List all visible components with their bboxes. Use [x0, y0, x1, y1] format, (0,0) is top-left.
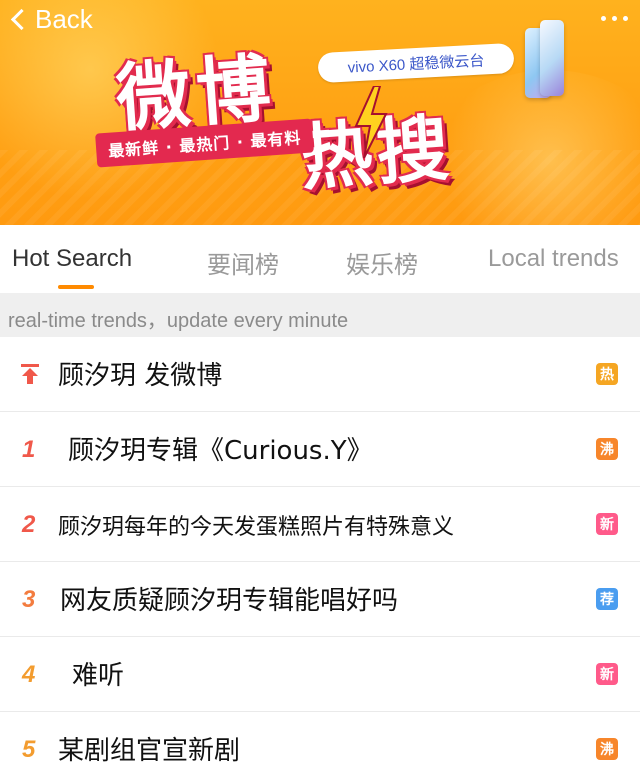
rank-number: 2	[22, 511, 36, 538]
chevron-left-icon	[10, 8, 33, 31]
dot-icon	[601, 16, 606, 21]
tab-local-trends[interactable]: Local trends	[488, 245, 619, 273]
trend-title: 顾汐玥每年的今天发蛋糕照片有特殊意义	[58, 515, 455, 540]
phone-image	[540, 20, 564, 96]
more-options-button[interactable]	[601, 16, 628, 21]
rank-number: 3	[22, 586, 36, 613]
list-item[interactable]: 2 顾汐玥每年的今天发蛋糕照片有特殊意义 新	[0, 487, 640, 562]
rank-number: 1	[22, 436, 36, 463]
trend-title: 网友质疑顾汐玥专辑能唱好吗	[60, 586, 399, 616]
sponsor-tag: vivo X60 超稳微云台	[317, 42, 515, 84]
tab-bar: Hot Search 要闻榜 娱乐榜 Local trends	[0, 225, 640, 293]
list-item[interactable]: 1 顾汐玥专辑《Curious.Y》 沸	[0, 412, 640, 487]
hot-badge: 热	[596, 363, 618, 385]
active-tab-indicator	[58, 285, 94, 289]
list-item[interactable]: 5 某剧组官宣新剧 沸	[0, 712, 640, 777]
update-info-text: real-time trends，update every minute	[0, 293, 640, 337]
tab-hot-search[interactable]: Hot Search	[12, 245, 132, 273]
list-item[interactable]: 3 网友质疑顾汐玥专辑能唱好吗 荐	[0, 562, 640, 637]
trend-title: 某剧组官宣新剧	[58, 736, 241, 766]
back-label: Back	[35, 4, 93, 34]
back-button[interactable]: Back	[6, 4, 93, 35]
boiling-badge: 沸	[596, 438, 618, 460]
recommended-badge: 荐	[596, 588, 618, 610]
lightning-bolt-icon	[354, 86, 388, 158]
trend-title: 顾汐玥专辑《Curious.Y》	[68, 436, 373, 466]
tab-entertainment[interactable]: 娱乐榜	[346, 245, 418, 280]
boiling-badge: 沸	[596, 738, 618, 760]
dot-icon	[612, 16, 617, 21]
list-item[interactable]: 顾汐玥 发微博 热	[0, 337, 640, 412]
hot-search-banner: Back vivo X60 超稳微云台 微博 热搜 最新鲜 · 最热门 · 最有…	[0, 0, 640, 225]
new-badge: 新	[596, 663, 618, 685]
tab-news[interactable]: 要闻榜	[207, 245, 279, 280]
dot-icon	[623, 16, 628, 21]
pin-top-icon	[21, 364, 39, 384]
trend-title: 难听	[72, 661, 125, 691]
trend-list: 顾汐玥 发微博 热 1 顾汐玥专辑《Curious.Y》 沸 2 顾汐玥每年的今…	[0, 337, 640, 777]
new-badge: 新	[596, 513, 618, 535]
rank-number: 5	[22, 736, 36, 763]
rank-number: 4	[22, 661, 36, 688]
list-item[interactable]: 4 难听 新	[0, 637, 640, 712]
trend-title: 顾汐玥 发微博	[58, 361, 223, 391]
